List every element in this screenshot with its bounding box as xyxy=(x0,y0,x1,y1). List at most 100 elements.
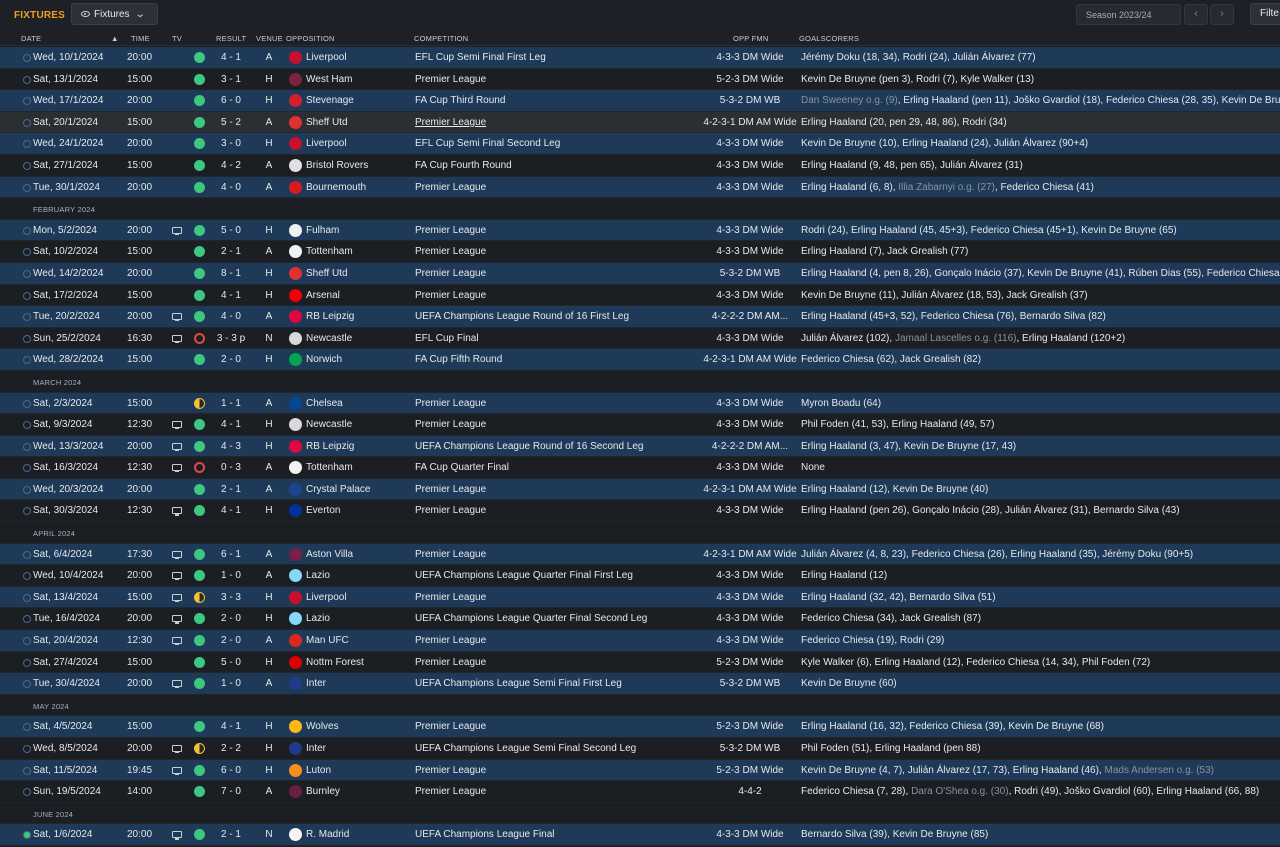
table-row[interactable]: Tue, 30/1/2024 20:00 4 - 0 A Bournemouth Prem… xyxy=(0,176,1280,199)
season-selector[interactable]: Season 2023/24 xyxy=(1076,4,1181,25)
table-row[interactable]: Wed, 10/4/2024 20:00 1 - 0 A Lazio UEFA Champ… xyxy=(0,565,1280,587)
opposition-link[interactable]: Tottenham xyxy=(306,462,353,473)
opposition-link[interactable]: West Ham xyxy=(306,74,353,85)
row-select-radio[interactable] xyxy=(23,183,31,192)
row-select-radio[interactable] xyxy=(23,97,31,106)
competition-link[interactable]: Premier League xyxy=(415,117,486,128)
opposition-link[interactable]: RB Leipzig xyxy=(306,441,354,452)
opposition-link[interactable]: Man UFC xyxy=(306,635,349,646)
opposition-link[interactable]: Chelsea xyxy=(306,398,343,409)
row-select-radio[interactable] xyxy=(23,442,31,451)
table-row[interactable]: Wed, 13/3/2024 20:00 4 - 3 H RB Leipzig UEFA … xyxy=(0,435,1280,458)
row-select-radio[interactable] xyxy=(23,680,31,689)
fixture-result[interactable]: 2 - 0 xyxy=(206,635,256,646)
competition-link[interactable]: FA Cup Third Round xyxy=(415,95,505,106)
fixture-result[interactable]: 2 - 0 xyxy=(206,354,256,365)
competition-link[interactable]: UEFA Champions League Quarter Final Seco… xyxy=(415,613,647,624)
col-opposition[interactable]: OPPOSITION xyxy=(286,34,335,43)
row-select-radio[interactable] xyxy=(23,54,31,62)
fixture-result[interactable]: 5 - 2 xyxy=(206,117,256,128)
fixture-result[interactable]: 4 - 0 xyxy=(206,311,256,322)
row-select-radio[interactable] xyxy=(23,140,31,149)
table-row[interactable]: Sat, 20/4/2024 12:30 2 - 0 A Man UFC Premier … xyxy=(0,630,1280,652)
competition-link[interactable]: UEFA Champions League Semi Final Second … xyxy=(415,743,636,754)
fixture-result[interactable]: 1 - 0 xyxy=(206,570,256,581)
fixture-result[interactable]: 4 - 1 xyxy=(206,290,256,301)
competition-link[interactable]: UEFA Champions League Round of 16 First … xyxy=(415,311,629,322)
table-row[interactable]: Wed, 14/2/2024 20:00 8 - 1 H Sheff Utd Premie… xyxy=(0,262,1280,285)
opposition-link[interactable]: Inter xyxy=(306,678,326,689)
row-select-radio[interactable] xyxy=(23,723,31,732)
competition-link[interactable]: EFL Cup Final xyxy=(415,333,479,344)
competition-link[interactable]: FA Cup Fifth Round xyxy=(415,354,502,365)
opposition-link[interactable]: Lazio xyxy=(306,613,330,624)
row-select-radio[interactable] xyxy=(23,75,31,84)
fixture-result[interactable]: 4 - 1 xyxy=(206,721,256,732)
fixture-result[interactable]: 2 - 1 xyxy=(206,484,256,495)
table-row[interactable]: Sat, 16/3/2024 12:30 0 - 3 A Tottenham FA Cup… xyxy=(0,457,1280,479)
table-row[interactable]: Tue, 16/4/2024 20:00 2 - 0 H Lazio UEFA Champ… xyxy=(0,608,1280,631)
competition-link[interactable]: Premier League xyxy=(415,225,486,236)
opposition-link[interactable]: Liverpool xyxy=(306,52,347,63)
row-select-radio[interactable] xyxy=(23,248,31,257)
row-select-radio[interactable] xyxy=(23,831,31,840)
row-select-radio[interactable] xyxy=(23,313,31,322)
competition-link[interactable]: Premier League xyxy=(415,246,486,257)
table-row[interactable]: Mon, 5/2/2024 20:00 5 - 0 H Fulham Premier Le… xyxy=(0,219,1280,242)
opposition-link[interactable]: Burnley xyxy=(306,786,340,797)
col-opp-fmn[interactable]: OPP FMN xyxy=(733,34,768,43)
fixture-result[interactable]: 6 - 0 xyxy=(206,765,256,776)
fixture-result[interactable]: 5 - 0 xyxy=(206,225,256,236)
col-time[interactable]: TIME xyxy=(131,34,150,43)
competition-link[interactable]: UEFA Champions League Final xyxy=(415,829,555,840)
fixture-result[interactable]: 2 - 0 xyxy=(206,613,256,624)
fixture-result[interactable]: 3 - 1 xyxy=(206,74,256,85)
row-select-radio[interactable] xyxy=(23,291,31,300)
competition-link[interactable]: Premier League xyxy=(415,549,486,560)
table-row[interactable]: Sat, 6/4/2024 17:30 6 - 1 A Aston Villa Premi… xyxy=(0,543,1280,566)
fixture-result[interactable]: 4 - 0 xyxy=(206,182,256,193)
fixture-result[interactable]: 4 - 3 xyxy=(206,441,256,452)
table-row[interactable]: Tue, 30/4/2024 20:00 1 - 0 A Inter UEFA Champ… xyxy=(0,673,1280,695)
competition-link[interactable]: Premier League xyxy=(415,505,486,516)
row-select-radio[interactable] xyxy=(23,334,31,343)
row-select-radio[interactable] xyxy=(23,161,31,170)
fixture-result[interactable]: 6 - 1 xyxy=(206,549,256,560)
row-select-radio[interactable] xyxy=(23,421,31,430)
opposition-link[interactable]: RB Leipzig xyxy=(306,311,354,322)
opposition-link[interactable]: Bournemouth xyxy=(306,182,366,193)
opposition-link[interactable]: Norwich xyxy=(306,354,342,365)
opposition-link[interactable]: Crystal Palace xyxy=(306,484,370,495)
fixture-result[interactable]: 3 - 3 p xyxy=(206,333,256,344)
opposition-link[interactable]: Lazio xyxy=(306,570,330,581)
competition-link[interactable]: Premier League xyxy=(415,268,486,279)
fixture-result[interactable]: 4 - 1 xyxy=(206,419,256,430)
fixture-result[interactable]: 6 - 0 xyxy=(206,95,256,106)
table-row[interactable]: Sat, 20/1/2024 15:00 5 - 2 A Sheff Utd Premie… xyxy=(0,111,1280,134)
competition-link[interactable]: Premier League xyxy=(415,484,486,495)
table-row[interactable]: Wed, 8/5/2024 20:00 2 - 2 H Inter UEFA Champi… xyxy=(0,738,1280,760)
table-row[interactable]: Sat, 27/4/2024 15:00 5 - 0 H Nottm Forest Pre… xyxy=(0,651,1280,674)
row-select-radio[interactable] xyxy=(23,572,31,581)
opposition-link[interactable]: Sheff Utd xyxy=(306,268,348,279)
table-row[interactable]: Wed, 17/1/2024 20:00 6 - 0 H Stevenage FA Cup… xyxy=(0,90,1280,112)
col-result[interactable]: RESULT xyxy=(216,34,246,43)
opposition-link[interactable]: Wolves xyxy=(306,721,339,732)
opposition-link[interactable]: Arsenal xyxy=(306,290,340,301)
next-season-button[interactable]: › xyxy=(1210,4,1234,25)
fixture-result[interactable]: 4 - 1 xyxy=(206,52,256,63)
row-select-radio[interactable] xyxy=(23,788,31,797)
row-select-radio[interactable] xyxy=(23,399,31,408)
row-select-radio[interactable] xyxy=(23,118,31,127)
opposition-link[interactable]: Tottenham xyxy=(306,246,353,257)
table-row[interactable]: Sat, 17/2/2024 15:00 4 - 1 H Arsenal Premier … xyxy=(0,284,1280,307)
opposition-link[interactable]: Everton xyxy=(306,505,340,516)
filter-button[interactable]: Filte xyxy=(1250,3,1280,25)
opposition-link[interactable]: Bristol Rovers xyxy=(306,160,368,171)
opposition-link[interactable]: Liverpool xyxy=(306,592,347,603)
row-select-radio[interactable] xyxy=(23,550,31,559)
table-row[interactable]: Sat, 27/1/2024 15:00 4 - 2 A Bristol Rovers F… xyxy=(0,154,1280,177)
row-select-radio[interactable] xyxy=(23,507,31,516)
competition-link[interactable]: Premier League xyxy=(415,721,486,732)
competition-link[interactable]: Premier League xyxy=(415,398,486,409)
